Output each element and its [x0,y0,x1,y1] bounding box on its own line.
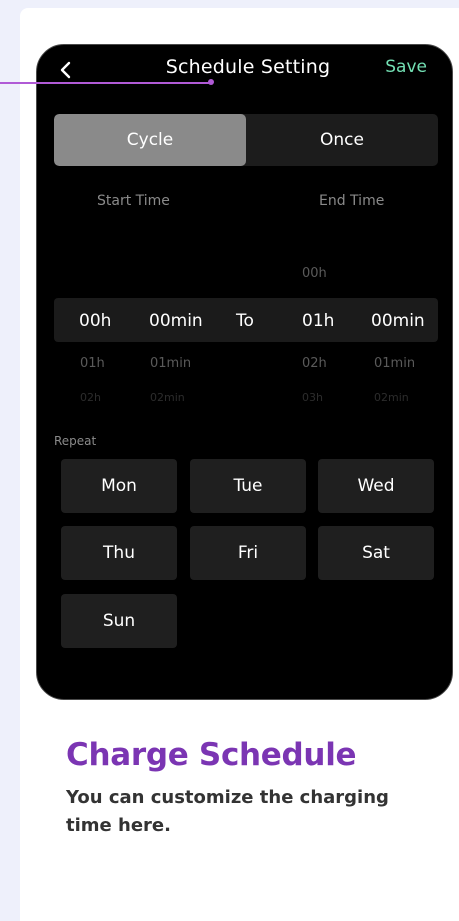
start-minute-selected[interactable]: 00min [149,311,203,331]
day-button-tue[interactable]: Tue [190,459,306,513]
end-hour-next2[interactable]: 03h [302,391,323,404]
feature-heading: Charge Schedule [66,737,357,773]
end-minute-next[interactable]: 01min [374,356,415,371]
end-hour-selected[interactable]: 01h [302,311,334,331]
mode-once-button[interactable]: Once [246,114,438,166]
day-button-wed[interactable]: Wed [318,459,434,513]
save-button[interactable]: Save [385,57,427,77]
chevron-left-icon[interactable] [58,60,72,80]
day-button-mon[interactable]: Mon [61,459,177,513]
end-minute-next2[interactable]: 02min [374,391,409,404]
start-hour-next[interactable]: 01h [80,356,105,371]
start-minute-next2[interactable]: 02min [150,391,185,404]
mode-toggle: Cycle Once [54,114,438,166]
start-time-label: Start Time [97,193,170,209]
callout-line [0,82,212,84]
time-separator: To [236,311,254,331]
start-minute-next[interactable]: 01min [150,356,191,371]
feature-description: You can customize the charging time here… [66,787,389,836]
repeat-label: Repeat [54,434,97,448]
day-button-fri[interactable]: Fri [190,526,306,580]
end-minute-selected[interactable]: 00min [371,311,425,331]
day-button-sun[interactable]: Sun [61,594,177,648]
start-hour-next2[interactable]: 02h [80,391,101,404]
day-button-sat[interactable]: Sat [318,526,434,580]
mode-cycle-button[interactable]: Cycle [54,114,246,166]
callout-dot [208,79,214,85]
start-hour-selected[interactable]: 00h [79,311,111,331]
end-hour-prev[interactable]: 00h [302,266,327,281]
day-button-thu[interactable]: Thu [61,526,177,580]
end-time-label: End Time [319,193,385,209]
end-hour-next[interactable]: 02h [302,356,327,371]
